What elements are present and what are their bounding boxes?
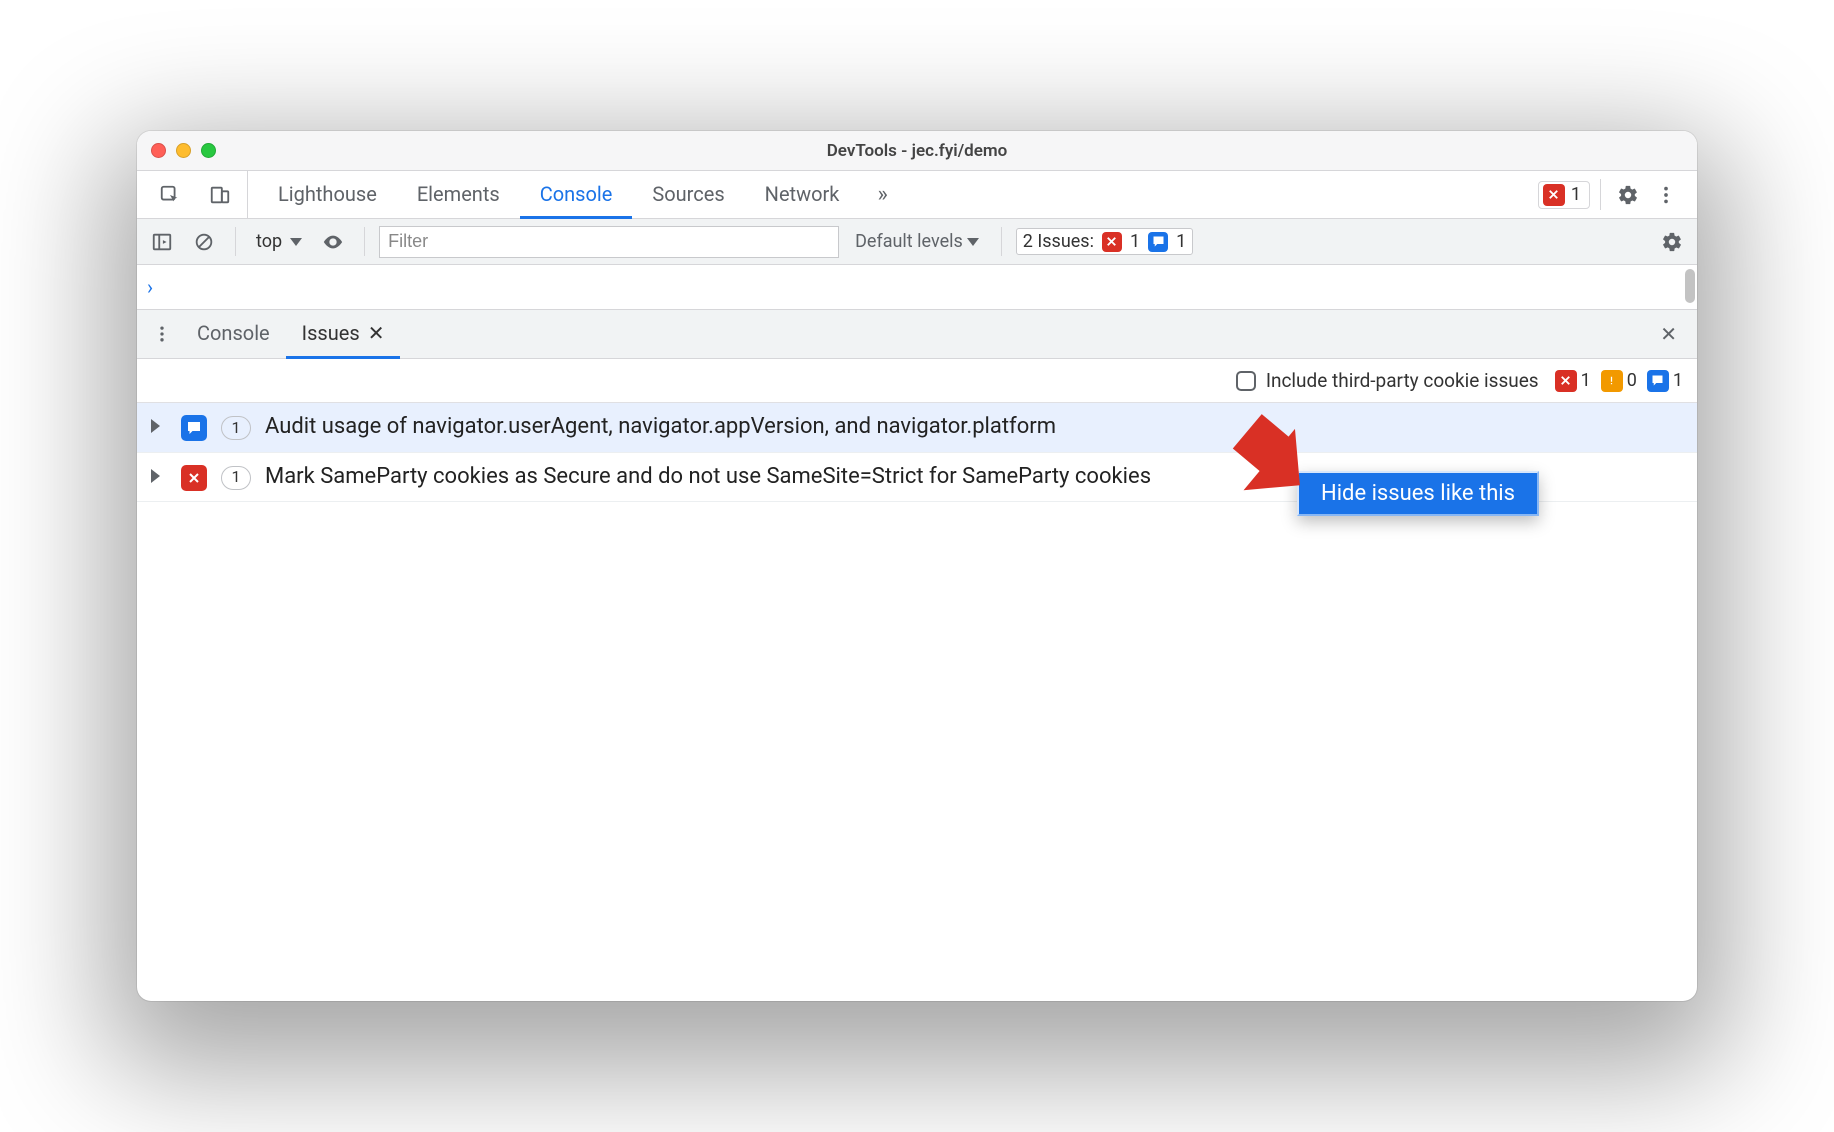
close-icon: ✕ — [1660, 322, 1677, 346]
context-menu-item-label: Hide issues like this — [1321, 481, 1515, 506]
live-expression-eye-icon[interactable] — [316, 225, 350, 259]
count-error: 1 — [1581, 370, 1591, 391]
log-levels-label: Default levels — [855, 231, 963, 252]
drawer-tab-issues[interactable]: Issues ✕ — [286, 310, 401, 359]
window-titlebar: DevTools - jec.fyi/demo — [137, 131, 1697, 171]
close-tab-icon[interactable]: ✕ — [368, 321, 385, 345]
device-toolbar-icon[interactable] — [203, 178, 237, 212]
third-party-cookies-label: Include third-party cookie issues — [1266, 369, 1539, 392]
inspect-element-icon[interactable] — [153, 178, 187, 212]
annotation-arrow-icon — [1209, 414, 1309, 514]
error-icon — [1102, 232, 1122, 252]
issue-kind-error-icon — [181, 465, 207, 491]
drawer-tabstrip: Console Issues ✕ ✕ — [137, 309, 1697, 359]
third-party-cookies-checkbox[interactable] — [1236, 371, 1256, 391]
kebab-menu-icon[interactable] — [1649, 178, 1683, 212]
console-input-area[interactable]: › — [137, 265, 1697, 309]
tab-console[interactable]: Console — [520, 171, 633, 219]
info-icon — [1647, 370, 1669, 392]
issues-summary-label: 2 Issues: — [1023, 231, 1094, 252]
error-icon — [1555, 370, 1577, 392]
issues-error-count: 1 — [1130, 231, 1140, 252]
log-levels-selector[interactable]: Default levels — [847, 231, 987, 252]
devtools-window: DevTools - jec.fyi/demo Lighthouse Eleme… — [137, 131, 1697, 1001]
tab-lighthouse[interactable]: Lighthouse — [258, 171, 397, 219]
issue-kind-info-icon — [181, 415, 207, 441]
expand-caret-icon[interactable] — [151, 419, 167, 433]
expand-caret-icon[interactable] — [151, 469, 167, 483]
close-drawer-button[interactable]: ✕ — [1646, 310, 1691, 358]
count-info: 1 — [1673, 370, 1683, 391]
drawer-kebab-icon[interactable] — [143, 310, 181, 358]
issue-count-badge: 1 — [221, 416, 251, 440]
error-count-value: 1 — [1571, 184, 1581, 205]
issue-row[interactable]: 1 Audit usage of navigator.userAgent, na… — [137, 403, 1697, 453]
tab-network[interactable]: Network — [745, 171, 860, 219]
drawer-tab-console[interactable]: Console — [181, 310, 286, 359]
console-sidebar-toggle-icon[interactable] — [145, 225, 179, 259]
error-icon — [1543, 184, 1565, 206]
issues-info-count: 1 — [1176, 231, 1186, 252]
issue-type-counts: 1 0 1 — [1555, 370, 1683, 392]
console-filter-bar: top Default levels 2 Issues: 1 1 — [137, 219, 1697, 265]
scrollbar-thumb[interactable] — [1685, 269, 1695, 303]
issues-summary-button[interactable]: 2 Issues: 1 1 — [1016, 228, 1193, 255]
settings-gear-icon[interactable] — [1611, 178, 1645, 212]
issues-toolbar: Include third-party cookie issues 1 0 1 — [137, 359, 1697, 403]
execution-context-label: top — [256, 231, 282, 252]
error-count-badge[interactable]: 1 — [1538, 181, 1590, 209]
drawer-tab-console-label: Console — [197, 321, 270, 345]
window-title: DevTools - jec.fyi/demo — [137, 141, 1697, 161]
issue-message: Audit usage of navigator.userAgent, navi… — [265, 413, 1683, 442]
tab-sources[interactable]: Sources — [632, 171, 744, 219]
warning-icon — [1601, 370, 1623, 392]
drawer-tab-issues-label: Issues — [302, 321, 360, 345]
context-menu-hide-issues[interactable]: Hide issues like this — [1297, 471, 1539, 516]
console-prompt-caret: › — [147, 275, 153, 299]
console-settings-gear-icon[interactable] — [1655, 225, 1689, 259]
panel-tabs: Lighthouse Elements Console Sources Netw… — [248, 171, 906, 218]
panel-tabstrip: Lighthouse Elements Console Sources Netw… — [137, 171, 1697, 219]
issue-count-badge: 1 — [221, 466, 251, 490]
tab-elements[interactable]: Elements — [397, 171, 520, 219]
count-warning: 0 — [1627, 370, 1637, 391]
info-icon — [1148, 232, 1168, 252]
more-tabs-chevron-icon[interactable]: » — [859, 171, 905, 218]
execution-context-selector[interactable]: top — [250, 229, 308, 254]
clear-console-icon[interactable] — [187, 225, 221, 259]
console-filter-input[interactable] — [379, 226, 839, 258]
